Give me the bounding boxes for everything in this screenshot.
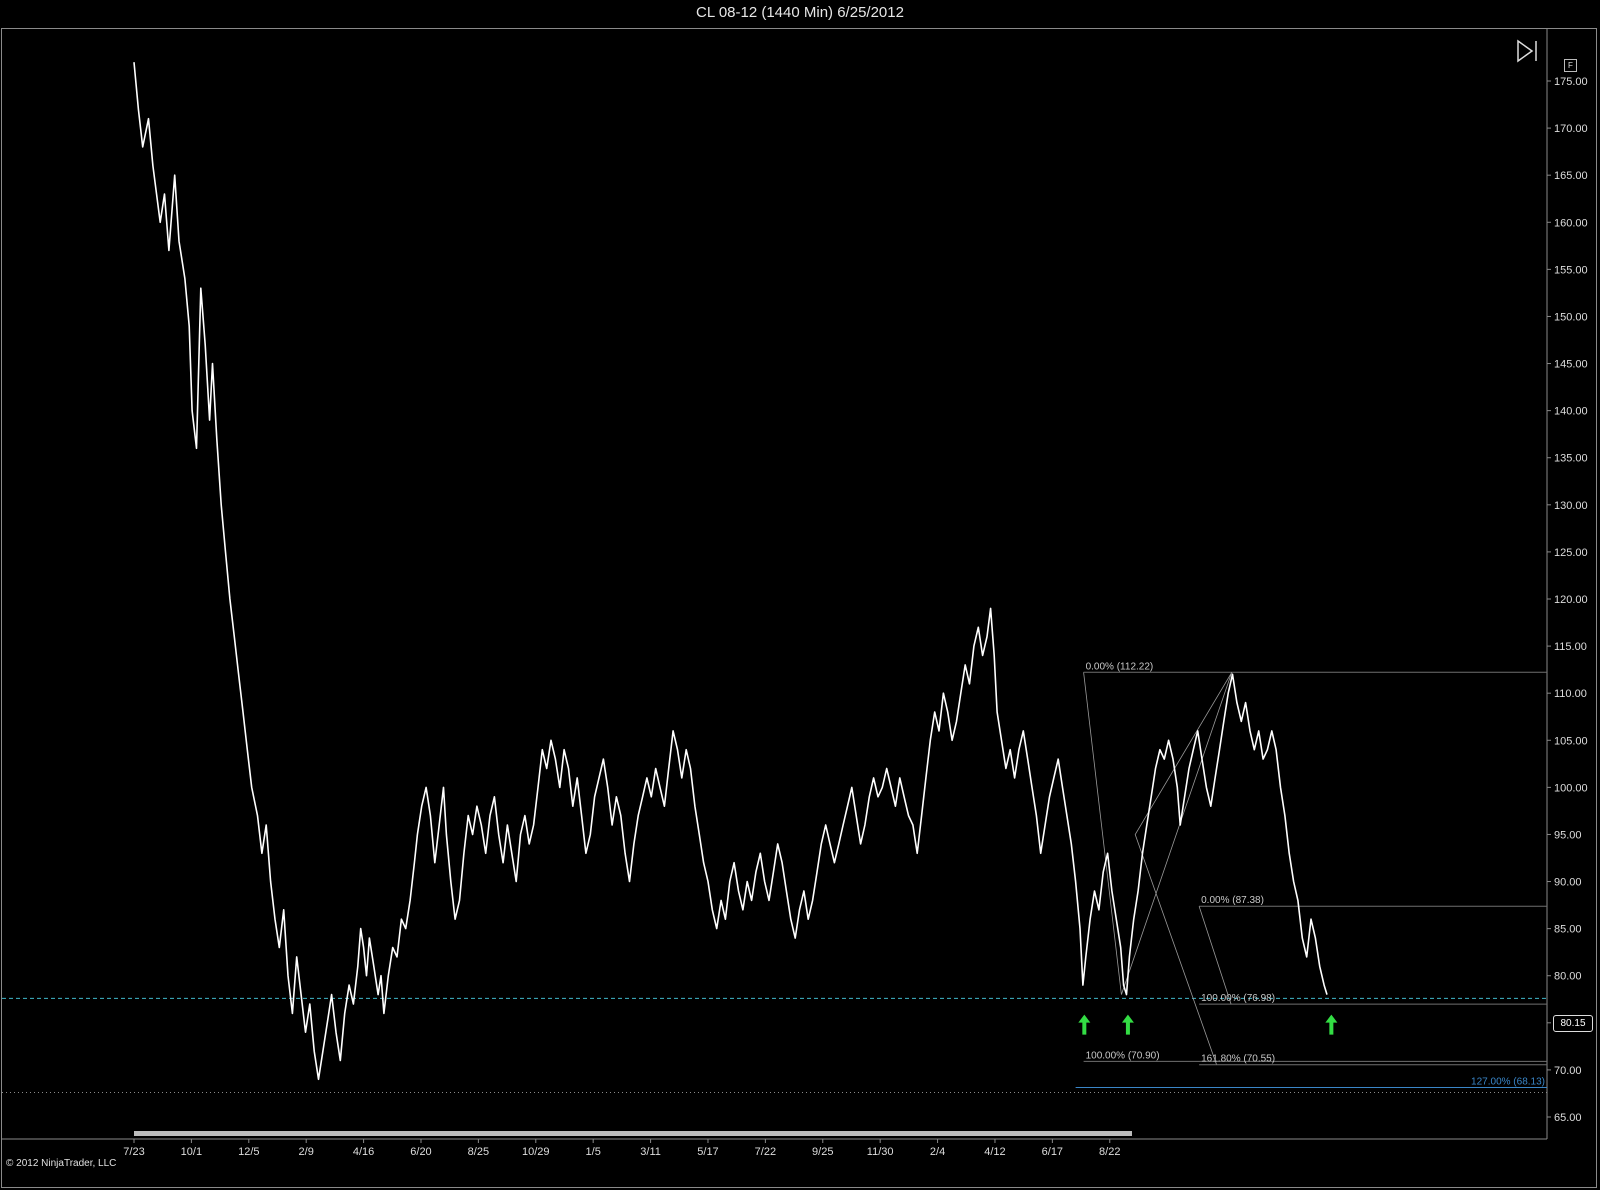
copyright-label: © 2012 NinjaTrader, LLC: [6, 1158, 117, 1169]
x-tick-label: 10/29: [522, 1146, 550, 1158]
fib-level-label: 0.00% (112.22): [1086, 661, 1154, 672]
y-tick-label: 130.00: [1554, 500, 1588, 512]
last-price-marker: 80.15: [1553, 1015, 1593, 1032]
fib-anchor-line: [1083, 672, 1233, 1065]
x-tick-label: 4/16: [353, 1146, 374, 1158]
y-tick-label: 70.00: [1554, 1065, 1582, 1077]
x-tick-label: 10/1: [181, 1146, 202, 1158]
y-tick-label: 155.00: [1554, 264, 1588, 276]
fib-level-label: 100.00% (76.98): [1201, 993, 1275, 1004]
y-tick-label: 100.00: [1554, 782, 1588, 794]
y-tick-label: 85.00: [1554, 924, 1582, 936]
y-tick-label: 170.00: [1554, 123, 1588, 135]
fib-level-label: 100.00% (70.90): [1086, 1050, 1160, 1061]
y-tick-label: 80.00: [1554, 971, 1582, 983]
fib-anchor-line: [1198, 906, 1232, 1005]
skip-to-end-icon: [1517, 39, 1534, 63]
y-tick-label: 165.00: [1554, 170, 1588, 182]
x-tick-label: 3/11: [640, 1146, 661, 1158]
y-tick-label: 95.00: [1554, 829, 1582, 841]
x-tick-label: 9/25: [812, 1146, 833, 1158]
x-tick-label: 4/12: [984, 1146, 1005, 1158]
y-tick-label: 140.00: [1554, 406, 1588, 418]
fib-level-label: 127.00% (68.13): [1471, 1077, 1545, 1088]
x-tick-label: 6/20: [410, 1146, 431, 1158]
x-tick-label: 8/22: [1099, 1146, 1120, 1158]
x-tick-label: 7/23: [123, 1146, 144, 1158]
fib-level-label: 161.80% (70.55): [1201, 1054, 1275, 1065]
y-tick-label: 175.00: [1554, 76, 1588, 88]
price-chart[interactable]: 175.00 170.00 165.00 160.00 155.00 150.00 145.…: [2, 29, 1598, 1189]
x-tick-label: 7/22: [755, 1146, 776, 1158]
x-tick-label: 2/4: [930, 1146, 945, 1158]
buy-signal-arrow-icon: [1325, 1014, 1338, 1035]
fib-level-label: 0.00% (87.38): [1201, 895, 1264, 906]
buy-signal-arrow-icon: [1078, 1014, 1091, 1035]
horizontal-scrollbar: [134, 1131, 1132, 1136]
x-tick-label: 12/5: [238, 1146, 259, 1158]
x-tick-label: 6/17: [1042, 1146, 1063, 1158]
y-tick-label: 65.00: [1554, 1112, 1582, 1124]
y-tick-label: 90.00: [1554, 877, 1582, 889]
float-toggle-button[interactable]: F: [1564, 59, 1577, 72]
y-tick-label: 160.00: [1554, 217, 1588, 229]
y-tick-label: 110.00: [1554, 688, 1587, 700]
x-tick-label: 11/30: [867, 1146, 894, 1158]
y-tick-label: 105.00: [1554, 735, 1588, 747]
x-tick-label: 2/9: [299, 1146, 314, 1158]
y-tick-label: 115.00: [1554, 641, 1587, 653]
y-tick-label: 145.00: [1554, 359, 1588, 371]
chart-frame: 175.00 170.00 165.00 160.00 155.00 150.00 145.…: [1, 28, 1597, 1188]
x-tick-label: 1/5: [586, 1146, 601, 1158]
y-tick-label: 150.00: [1554, 311, 1588, 323]
chart-window-title: CL 08-12 (1440 Min) 6/25/2012: [696, 4, 904, 21]
price-series-line: [133, 62, 1328, 1081]
y-tick-label: 120.00: [1554, 594, 1588, 606]
y-tick-label: 135.00: [1554, 453, 1588, 465]
x-tick-label: 5/17: [697, 1146, 718, 1158]
y-tick-label: 125.00: [1554, 547, 1588, 559]
buy-signal-arrow-icon: [1121, 1014, 1134, 1035]
x-tick-label: 8/25: [468, 1146, 489, 1158]
